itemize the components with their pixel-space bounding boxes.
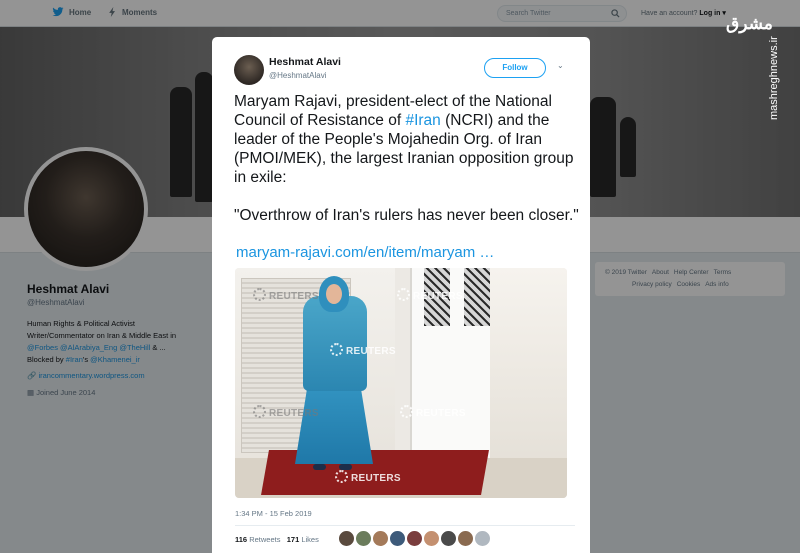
photo-watermark: REUTERS xyxy=(253,405,319,419)
divider xyxy=(235,525,575,526)
tweet-hashtag-link[interactable]: #Iran xyxy=(405,112,440,129)
likes-label[interactable]: Likes xyxy=(301,535,319,544)
liker-avatars xyxy=(339,531,490,546)
chevron-down-icon[interactable]: ⌄ xyxy=(557,61,564,70)
liker-avatar[interactable] xyxy=(373,531,388,546)
liker-avatar[interactable] xyxy=(424,531,439,546)
liker-avatar[interactable] xyxy=(339,531,354,546)
liker-avatar[interactable] xyxy=(390,531,405,546)
tweet-quote: "Overthrow of Iran's rulers has never be… xyxy=(234,207,579,224)
liker-avatar[interactable] xyxy=(441,531,456,546)
retweets-count[interactable]: 116 xyxy=(235,535,247,544)
author-name[interactable]: Heshmat Alavi xyxy=(269,56,341,68)
likes-count[interactable]: 171 xyxy=(287,535,300,544)
tweet-photo[interactable]: REUTERS REUTERS REUTERS REUTERS REUTERS … xyxy=(235,268,567,498)
tweet-modal: Heshmat Alavi @HeshmatAlavi Follow ⌄ Mar… xyxy=(212,37,590,553)
liker-avatar[interactable] xyxy=(458,531,473,546)
liker-avatar[interactable] xyxy=(475,531,490,546)
author-handle[interactable]: @HeshmatAlavi xyxy=(269,71,326,80)
tweet-text: Maryam Rajavi, president-elect of the Na… xyxy=(234,92,579,225)
watermark-url: mashreghnews.ir xyxy=(768,36,780,120)
tweet-paragraph: Maryam Rajavi, president-elect of the Na… xyxy=(234,92,579,187)
photo-watermark: REUTERS xyxy=(397,288,463,302)
liker-avatar[interactable] xyxy=(407,531,422,546)
photo-watermark: REUTERS xyxy=(330,343,396,357)
retweets-label[interactable]: Retweets xyxy=(249,535,280,544)
follow-button[interactable]: Follow xyxy=(484,58,546,78)
photo-watermark: REUTERS xyxy=(400,405,466,419)
photo-watermark: REUTERS xyxy=(335,470,401,484)
tweet-url-link[interactable]: maryam-rajavi.com/en/item/maryam … xyxy=(236,244,494,261)
photo-watermark: REUTERS xyxy=(253,288,319,302)
watermark-logo: مشرق xyxy=(726,14,773,33)
tweet-timestamp[interactable]: 1:34 PM - 15 Feb 2019 xyxy=(235,509,312,518)
author-avatar[interactable] xyxy=(234,55,264,85)
tweet-stats: 116 Retweets 171 Likes xyxy=(235,535,319,544)
liker-avatar[interactable] xyxy=(356,531,371,546)
